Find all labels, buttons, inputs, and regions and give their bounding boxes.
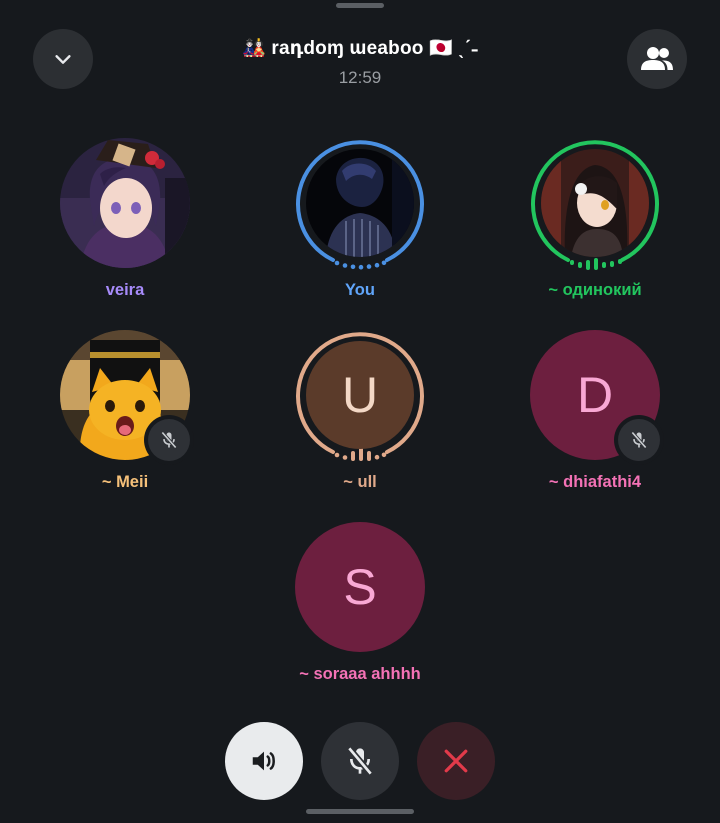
participant-name: You [345,281,375,299]
mute-toggle-button[interactable] [321,722,399,800]
avatar-initial: D [576,367,614,423]
participant-name: ~ ull [343,473,377,491]
mic-off-icon [161,431,177,449]
participant-tile[interactable]: D ~ dhiafathi4 [505,328,685,492]
avatar [306,149,414,257]
call-timer: 12:59 [338,68,382,87]
participant-name: ~ dhiafathi4 [548,473,642,491]
voice-chat-screen: 🎎 raդdoɱ ɯeaboo 🇯🇵 ˎˊ˗ 12:59 veira You ~… [0,0,720,823]
leave-call-button[interactable] [417,722,495,800]
close-icon [444,749,468,773]
speaker-icon [252,751,275,771]
avatar: U [306,341,414,449]
participant-tile[interactable]: ~ одинокий [505,136,685,300]
participant-tile[interactable]: veira [35,136,215,300]
avatar [541,149,649,257]
participant-name: ~ одинокий [548,281,642,299]
participant-tile[interactable]: You [270,136,450,300]
participants-button[interactable] [627,29,687,89]
collapse-button[interactable] [33,29,93,89]
mic-off-icon [347,746,373,776]
chat-title: 🎎 raդdoɱ ɯeaboo 🇯🇵 ˎˊ˗ [242,38,478,59]
participant-tile[interactable]: S ~ soraaa ahhhh [270,520,450,684]
drag-handle[interactable] [336,3,384,8]
people-icon [641,47,673,70]
participant-name: ~ Meii [101,473,149,491]
home-indicator [306,809,414,814]
participant-name: ~ soraaa ahhhh [299,665,421,683]
chevron-down-icon [55,55,71,64]
muted-badge [614,415,664,465]
muted-badge [144,415,194,465]
speaker-button[interactable] [225,722,303,800]
participant-tile[interactable]: U ~ ull [270,328,450,492]
avatar-initial: S [343,559,377,615]
mic-off-icon [631,431,647,449]
avatar [60,138,190,268]
participant-name: veira [105,281,145,299]
avatar-initial: U [341,367,379,423]
participant-tile[interactable]: ~ Meii [35,328,215,492]
avatar: S [295,522,425,652]
call-header: 🎎 raդdoɱ ɯeaboo 🇯🇵 ˎˊ˗ 12:59 [160,36,560,88]
